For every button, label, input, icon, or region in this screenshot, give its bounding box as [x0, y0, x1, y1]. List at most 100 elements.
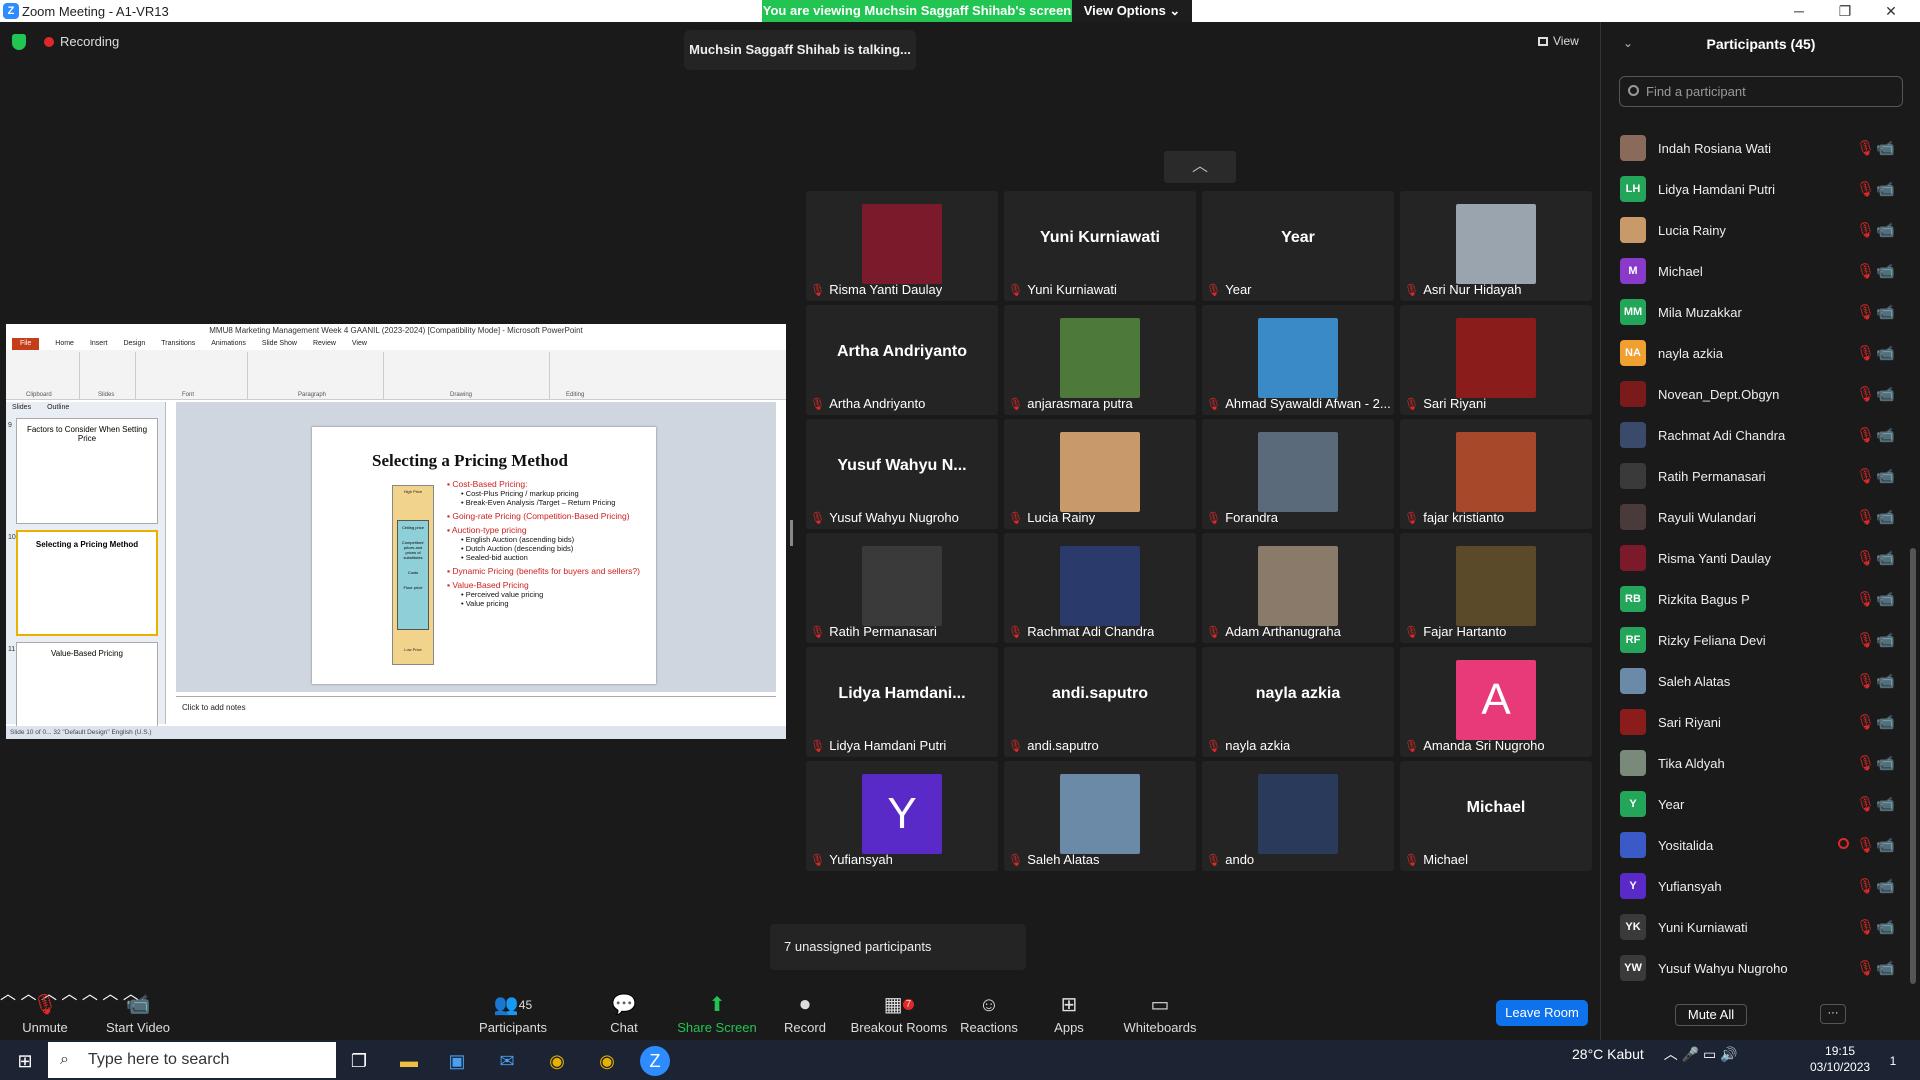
video-tile[interactable]: Yusuf Wahyu N... 🎙 Yusuf Wahyu Nugroho	[806, 419, 998, 529]
video-off-icon[interactable]: 📹	[1876, 672, 1895, 690]
mic-muted-icon[interactable]: 🎙	[1856, 139, 1875, 157]
participants-button[interactable]: 👥45 Participants	[468, 980, 558, 1035]
participant-row[interactable]: Novean_Dept.Obgyn 🎙 📹	[1620, 371, 1900, 412]
mic-muted-icon[interactable]: 🎙	[1856, 549, 1875, 567]
whiteboards-button[interactable]: ▭ Whiteboards	[1112, 980, 1208, 1035]
view-layout-button[interactable]: View	[1538, 34, 1579, 48]
participant-row[interactable]: MM Mila Muzakkar 🎙 📹	[1620, 289, 1900, 330]
video-on-icon[interactable]: 📹	[1876, 385, 1895, 403]
panel-tab[interactable]: Outline	[47, 404, 69, 411]
mic-muted-icon[interactable]: 🎙	[1856, 180, 1875, 198]
chrome-icon[interactable]: ◉	[542, 1046, 572, 1076]
notification-icon[interactable]: 1	[1878, 1046, 1908, 1076]
video-tile[interactable]: Artha Andriyanto 🎙 Artha Andriyanto	[806, 305, 998, 415]
mic-muted-icon[interactable]: 🎙	[1856, 713, 1875, 731]
chat-button[interactable]: 💬 Chat	[580, 980, 668, 1035]
participant-row[interactable]: Risma Yanti Daulay 🎙 📹	[1620, 535, 1900, 576]
video-on-icon[interactable]: 📹	[1876, 303, 1895, 321]
video-tile[interactable]: nayla azkia 🎙 nayla azkia	[1202, 647, 1394, 757]
recording-indicator[interactable]: Recording	[44, 34, 119, 49]
store-icon[interactable]: ▣	[442, 1046, 472, 1076]
participant-row[interactable]: Ratih Permanasari 🎙 📹	[1620, 453, 1900, 494]
mic-muted-icon[interactable]: 🎙	[1856, 385, 1875, 403]
ppt-tab[interactable]: Design	[123, 338, 145, 350]
video-tile[interactable]: 🎙 Forandra	[1202, 419, 1394, 529]
mic-muted-icon[interactable]: 🎙	[1856, 672, 1875, 690]
mic-muted-icon[interactable]: 🎙	[1856, 508, 1875, 526]
ppt-tab[interactable]: Slide Show	[262, 338, 297, 350]
start-video-button[interactable]: 📹 Start Video	[92, 980, 184, 1035]
participant-row[interactable]: NA nayla azkia 🎙 📹	[1620, 330, 1900, 371]
panel-tab[interactable]: Slides	[12, 404, 31, 411]
video-tile[interactable]: Y 🎙 Yufiansyah	[806, 761, 998, 871]
video-off-icon[interactable]: 📹	[1876, 713, 1895, 731]
ppt-tab[interactable]: File	[12, 338, 40, 350]
video-tile[interactable]: Yuni Kurniawati 🎙 Yuni Kurniawati	[1004, 191, 1196, 301]
video-tile[interactable]: 🎙 Risma Yanti Daulay	[806, 191, 998, 301]
participant-row[interactable]: YK Yuni Kurniawati 🎙 📹	[1620, 904, 1900, 945]
ppt-notes[interactable]: Click to add notes	[176, 696, 776, 724]
slide-thumbnail-selected[interactable]: Selecting a Pricing Method	[16, 530, 158, 636]
slide-thumbnail[interactable]: Value-Based Pricing	[16, 642, 158, 739]
video-tile[interactable]: Michael 🎙 Michael	[1400, 761, 1592, 871]
participant-row[interactable]: Indah Rosiana Wati 🎙 📹	[1620, 125, 1900, 166]
video-off-icon[interactable]: 📹	[1876, 139, 1895, 157]
video-off-icon[interactable]: 📹	[1876, 180, 1895, 198]
ppt-tab[interactable]: Transitions	[161, 338, 195, 350]
video-tile[interactable]: 🎙 fajar kristianto	[1400, 419, 1592, 529]
video-tile[interactable]: 🎙 anjarasmara putra	[1004, 305, 1196, 415]
mic-muted-icon[interactable]: 🎙	[1856, 303, 1875, 321]
more-options-button[interactable]: ···	[1820, 1004, 1846, 1024]
mic-muted-icon[interactable]: 🎙	[1856, 426, 1875, 444]
mic-muted-icon[interactable]: 🎙	[1856, 795, 1875, 813]
breakout-rooms-button[interactable]: ▦ 7 Breakout Rooms	[848, 980, 950, 1035]
video-tile[interactable]: 🎙 Sari Riyani	[1400, 305, 1592, 415]
file-explorer-icon[interactable]: ▬	[394, 1046, 424, 1076]
participant-row[interactable]: Rayuli Wulandari 🎙 📹	[1620, 494, 1900, 535]
close-button[interactable]: ✕	[1868, 0, 1914, 22]
taskbar-search-box[interactable]: ⌕ Type here to search	[48, 1042, 336, 1078]
participants-scrollbar[interactable]	[1910, 548, 1916, 984]
video-tile[interactable]: 🎙 Ratih Permanasari	[806, 533, 998, 643]
participant-row[interactable]: Yositalida 🎙 📹	[1620, 822, 1900, 863]
windows-start-icon[interactable]: ⊞	[10, 1046, 40, 1076]
mic-muted-icon[interactable]: 🎙	[1856, 631, 1875, 649]
mic-muted-icon[interactable]: 🎙	[1856, 836, 1875, 854]
video-tile[interactable]: 🎙 Fajar Hartanto	[1400, 533, 1592, 643]
mail-icon[interactable]: ✉	[492, 1046, 522, 1076]
video-off-icon[interactable]: 📹	[1876, 590, 1895, 608]
minimize-button[interactable]: ─	[1776, 0, 1822, 22]
mic-muted-icon[interactable]: 🎙	[1856, 754, 1875, 772]
mute-all-button[interactable]: Mute All	[1675, 1004, 1747, 1026]
video-on-icon[interactable]: 📹	[1876, 836, 1895, 854]
ppt-tab[interactable]: Animations	[211, 338, 246, 350]
video-tile[interactable]: Lidya Hamdani... 🎙 Lidya Hamdani Putri	[806, 647, 998, 757]
mic-muted-icon[interactable]: 🎙	[1856, 877, 1875, 895]
shared-screen-powerpoint[interactable]: MMU8 Marketing Management Week 4 GAANIL …	[6, 324, 786, 739]
mic-muted-icon[interactable]: 🎙	[1856, 262, 1875, 280]
video-off-icon[interactable]: 📹	[1876, 344, 1895, 362]
mic-muted-icon[interactable]: 🎙	[1856, 467, 1875, 485]
video-off-icon[interactable]: 📹	[1876, 262, 1895, 280]
video-tile[interactable]: 🎙 Lucia Rainy	[1004, 419, 1196, 529]
participant-row[interactable]: RF Rizky Feliana Devi 🎙 📹	[1620, 617, 1900, 658]
video-off-icon[interactable]: 📹	[1876, 795, 1895, 813]
video-off-icon[interactable]: 📹	[1876, 221, 1895, 239]
maximize-button[interactable]: ❐	[1822, 0, 1868, 22]
chrome-profile-icon[interactable]: ◉	[592, 1046, 622, 1076]
task-view-icon[interactable]: ❐	[344, 1046, 374, 1076]
participant-row[interactable]: Sari Riyani 🎙 📹	[1620, 699, 1900, 740]
ppt-tab[interactable]: Home	[55, 338, 74, 350]
video-tile[interactable]: Year 🎙 Year	[1202, 191, 1394, 301]
split-drag-handle[interactable]	[790, 520, 793, 546]
apps-button[interactable]: ⊞ Apps	[1024, 980, 1114, 1035]
participant-row[interactable]: Y Yufiansyah 🎙 📹	[1620, 863, 1900, 904]
mic-muted-icon[interactable]: 🎙	[1856, 221, 1875, 239]
current-slide[interactable]: Selecting a Pricing Method High Price Ce…	[312, 427, 656, 684]
participant-row[interactable]: Lucia Rainy 🎙 📹	[1620, 207, 1900, 248]
video-off-icon[interactable]: 📹	[1876, 467, 1895, 485]
gallery-up-button[interactable]: ︿	[1164, 151, 1236, 183]
video-off-icon[interactable]: 📹	[1876, 549, 1895, 567]
taskbar-clock[interactable]: 19:15 03/10/2023	[1810, 1043, 1870, 1075]
participant-row[interactable]: LH Lidya Hamdani Putri 🎙 📹	[1620, 166, 1900, 207]
